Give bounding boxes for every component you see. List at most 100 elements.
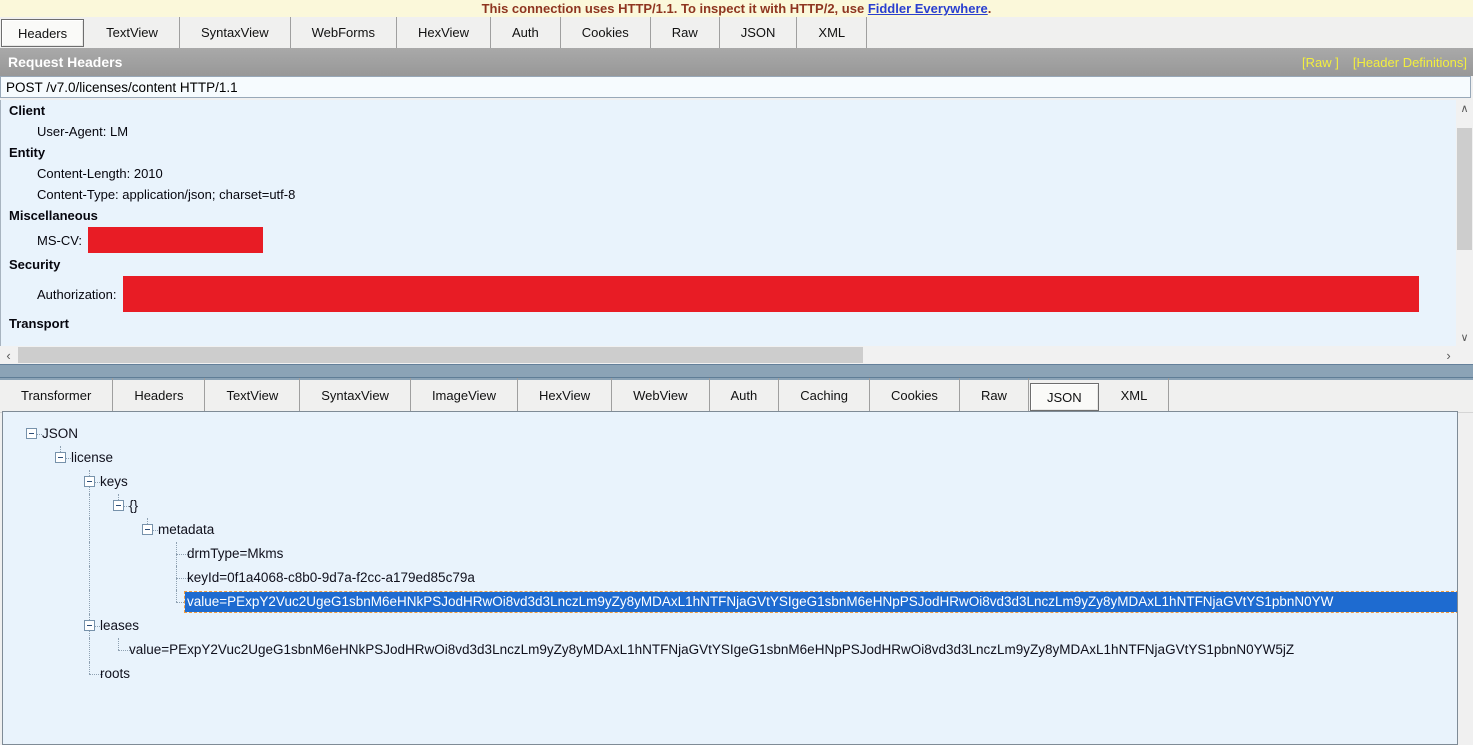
horizontal-scroll-thumb[interactable]	[18, 347, 863, 363]
tree-node-label: leases	[100, 617, 139, 635]
tree-row-roots[interactable]: roots	[3, 662, 1457, 686]
horizontal-scroll-track[interactable]	[17, 346, 1440, 364]
tab-webforms[interactable]: WebForms	[291, 17, 397, 48]
tab-textview[interactable]: TextView	[205, 378, 300, 412]
tab-headers[interactable]: Headers	[113, 378, 205, 412]
tab-auth[interactable]: Auth	[710, 378, 780, 412]
vertical-scroll-track[interactable]	[1456, 117, 1473, 329]
collapse-minus-icon[interactable]	[113, 500, 124, 511]
header-definitions-link[interactable]: [Header Definitions]	[1353, 55, 1467, 70]
vertical-scroll-thumb[interactable]	[1457, 128, 1472, 250]
scroll-up-icon[interactable]: ∧	[1456, 100, 1473, 117]
header-item-text: MS-CV:	[37, 233, 82, 248]
collapse-minus-icon[interactable]	[84, 476, 95, 487]
tab-auth[interactable]: Auth	[491, 17, 561, 48]
request-headers-title: Request Headers	[8, 54, 1302, 70]
tree-guide-line	[89, 542, 90, 566]
tab-transformer[interactable]: Transformer	[0, 378, 113, 412]
horizontal-scrollbar[interactable]: ‹ ›	[0, 346, 1473, 364]
tree-guide-line	[89, 590, 90, 614]
redacted-value-block	[123, 276, 1419, 312]
response-inspector-tabbar: TransformerHeadersTextViewSyntaxViewImag…	[0, 377, 1473, 413]
header-item-authorization: Authorization:	[1, 275, 1472, 313]
tree-node-label: keyId=0f1a4068-c8b0-9d7a-f2cc-a179ed85c7…	[187, 569, 475, 587]
tab-caching[interactable]: Caching	[779, 378, 870, 412]
selected-tree-value[interactable]: value=PExpY2Vuc2UgeG1sbnM6eHNkPSJodHRwOi…	[185, 592, 1457, 612]
tab-webview[interactable]: WebView	[612, 378, 709, 412]
fiddler-everywhere-link[interactable]: Fiddler Everywhere	[868, 1, 988, 16]
tree-guide-line	[89, 638, 90, 662]
tree-row-value[interactable]: value=PExpY2Vuc2UgeG1sbnM6eHNkPSJodHRwOi…	[3, 590, 1457, 614]
tab-hexview[interactable]: HexView	[397, 17, 491, 48]
tree-guide-line	[89, 518, 90, 542]
tab-cookies[interactable]: Cookies	[870, 378, 960, 412]
tab-textview[interactable]: TextView	[85, 17, 180, 48]
json-tree-pane: JSON license keys{} metadata drmType=Mkms key…	[2, 411, 1458, 745]
redacted-value-block	[88, 227, 263, 253]
tab-json[interactable]: JSON	[1030, 383, 1099, 411]
header-item-content-length: Content-Length: 2010	[1, 163, 1472, 184]
header-item-text: Authorization:	[37, 287, 117, 302]
header-item-user-agent: User-Agent: LM	[1, 121, 1472, 142]
tab-cookies[interactable]: Cookies	[561, 17, 651, 48]
header-section-transport: Transport	[1, 313, 1472, 334]
vertical-scrollbar[interactable]: ∧ ∨	[1456, 100, 1473, 346]
tree-row-leases[interactable]: leases	[3, 614, 1457, 638]
fiddler-inspector-window: This connection uses HTTP/1.1. To inspec…	[0, 0, 1473, 745]
tab-xml[interactable]: XML	[1100, 378, 1170, 412]
tab-hexview[interactable]: HexView	[518, 378, 612, 412]
tree-guide-line	[89, 662, 90, 674]
tree-node-label: license	[71, 449, 113, 467]
header-section-security: Security	[1, 254, 1472, 275]
tree-guide-line	[89, 494, 90, 518]
tree-node-label: drmType=Mkms	[187, 545, 283, 563]
tab-xml[interactable]: XML	[797, 17, 867, 48]
tab-headers[interactable]: Headers	[1, 19, 84, 47]
raw-link[interactable]: [Raw ]	[1302, 55, 1339, 70]
request-headers-titlebar: Request Headers [Raw ] [Header Definitio…	[0, 48, 1473, 76]
tab-raw[interactable]: Raw	[960, 378, 1029, 412]
tree-row-keyid[interactable]: keyId=0f1a4068-c8b0-9d7a-f2cc-a179ed85c7…	[3, 566, 1457, 590]
collapse-minus-icon[interactable]	[26, 428, 37, 439]
tree-node-label: metadata	[158, 521, 214, 539]
tree-row-json[interactable]: JSON	[3, 422, 1457, 446]
tree-guide-line	[118, 638, 119, 650]
tab-syntaxview[interactable]: SyntaxView	[300, 378, 411, 412]
tree-row-drmtype[interactable]: drmType=Mkms	[3, 542, 1457, 566]
scroll-left-icon[interactable]: ‹	[0, 346, 17, 364]
header-item-ms-cv: MS-CV:	[1, 226, 1472, 254]
tree-node-label: JSON	[42, 425, 78, 443]
request-line[interactable]: POST /v7.0/licenses/content HTTP/1.1	[0, 76, 1471, 98]
tree-row-license[interactable]: license	[3, 446, 1457, 470]
collapse-minus-icon[interactable]	[142, 524, 153, 535]
header-item-text: User-Agent: LM	[37, 124, 128, 139]
header-item-content-type: Content-Type: application/json; charset=…	[1, 184, 1472, 205]
collapse-minus-icon[interactable]	[84, 620, 95, 631]
tree-row-metadata[interactable]: metadata	[3, 518, 1457, 542]
header-section-client: Client	[1, 100, 1472, 121]
connection-notice: This connection uses HTTP/1.1. To inspec…	[0, 0, 1473, 17]
tab-json[interactable]: JSON	[720, 17, 798, 48]
scroll-down-icon[interactable]: ∨	[1456, 329, 1473, 346]
tree-node-label: value=PExpY2Vuc2UgeG1sbnM6eHNkPSJodHRwOi…	[129, 641, 1294, 659]
notice-text: This connection uses HTTP/1.1. To inspec…	[482, 1, 868, 16]
scrollbar-corner	[1457, 346, 1473, 364]
tab-raw[interactable]: Raw	[651, 17, 720, 48]
header-item-text: Content-Type: application/json; charset=…	[37, 187, 295, 202]
request-headers-pane: ClientUser-Agent: LMEntityContent-Length…	[0, 100, 1473, 346]
scroll-right-icon[interactable]: ›	[1440, 346, 1457, 364]
tree-row-keys[interactable]: keys	[3, 470, 1457, 494]
collapse-minus-icon[interactable]	[55, 452, 66, 463]
tree-row-value[interactable]: value=PExpY2Vuc2UgeG1sbnM6eHNkPSJodHRwOi…	[3, 638, 1457, 662]
tree-node-label: {}	[129, 497, 138, 515]
tree-row-item[interactable]: {}	[3, 494, 1457, 518]
tab-syntaxview[interactable]: SyntaxView	[180, 17, 291, 48]
tree-node-label: roots	[100, 665, 130, 683]
request-inspector-tabbar: HeadersTextViewSyntaxViewWebFormsHexView…	[0, 17, 1473, 49]
pane-splitter[interactable]	[0, 364, 1473, 377]
tree-node-label: keys	[100, 473, 128, 491]
tab-imageview[interactable]: ImageView	[411, 378, 518, 412]
notice-suffix: .	[988, 1, 992, 16]
header-item-text: Content-Length: 2010	[37, 166, 163, 181]
header-section-miscellaneous: Miscellaneous	[1, 205, 1472, 226]
